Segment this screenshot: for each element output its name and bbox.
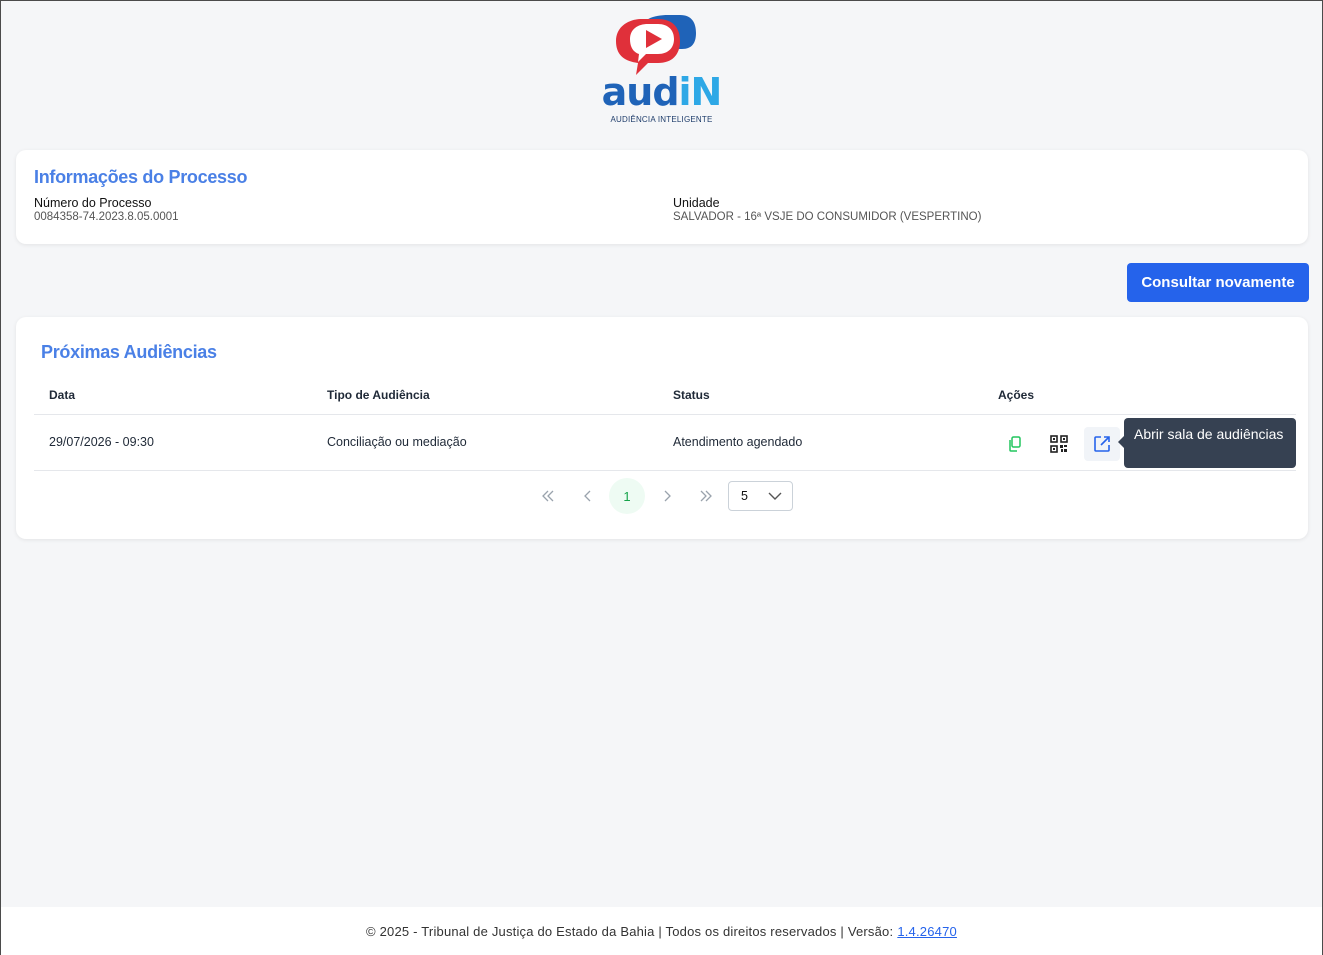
process-info-title: Informações do Processo <box>34 167 248 187</box>
version-link[interactable]: 1.4.26470 <box>897 924 957 939</box>
column-header-actions: Ações <box>998 388 1035 402</box>
next-page-button[interactable] <box>657 479 677 513</box>
hearings-card: Próximas Audiências Data Tipo de Audiênc… <box>16 317 1308 539</box>
footer-copyright: © 2025 - Tribunal de Justiça do Estado d… <box>366 923 894 939</box>
copy-link-button[interactable] <box>997 427 1033 461</box>
process-number-label: Número do Processo <box>34 196 152 210</box>
unit-label: Unidade <box>673 196 720 210</box>
page-1-button[interactable]: 1 <box>609 478 645 514</box>
open-hearing-room-button[interactable] <box>1084 427 1120 461</box>
page-size-select[interactable]: 5 <box>728 481 793 511</box>
process-number-value: 0084358-74.2023.8.05.0001 <box>34 211 179 223</box>
column-header-status: Status <box>673 388 710 402</box>
column-header-type: Tipo de Audiência <box>327 388 430 402</box>
hearings-title: Próximas Audiências <box>41 342 217 362</box>
qr-code-button[interactable] <box>1041 427 1077 461</box>
column-header-date: Data <box>49 388 76 402</box>
page-footer: © 2025 - Tribunal de Justiça do Estado d… <box>1 907 1322 955</box>
chevron-double-left-icon <box>542 490 554 502</box>
app-logo: audiN AUDIÊNCIA INTELIGENTE <box>1 11 1322 131</box>
chevron-double-right-icon <box>700 490 712 502</box>
chevron-down-icon <box>768 492 782 500</box>
table-header-divider <box>34 414 1296 415</box>
copy-icon <box>1009 436 1021 452</box>
hearing-type: Conciliação ou mediação <box>327 435 467 449</box>
logo-wordmark: audiN <box>601 70 723 114</box>
process-info-card: Informações do Processo Número do Proces… <box>16 150 1308 244</box>
chevron-right-icon <box>664 490 671 502</box>
qr-code-icon <box>1050 435 1068 453</box>
consult-again-button[interactable]: Consultar novamente <box>1127 263 1309 302</box>
previous-page-button[interactable] <box>578 479 598 513</box>
last-page-button[interactable] <box>694 479 718 513</box>
external-link-icon <box>1094 436 1110 452</box>
hearing-date: 29/07/2026 - 09:30 <box>49 435 154 449</box>
table-row-divider <box>34 470 1296 471</box>
unit-value: SALVADOR - 16ª VSJE DO CONSUMIDOR (VESPE… <box>673 211 982 223</box>
open-room-tooltip: Abrir sala de audiências <box>1118 418 1296 468</box>
logo-tagline: AUDIÊNCIA INTELIGENTE <box>610 115 713 124</box>
page-size-value: 5 <box>741 489 748 503</box>
chevron-left-icon <box>584 490 591 502</box>
first-page-button[interactable] <box>536 479 560 513</box>
hearing-status: Atendimento agendado <box>673 435 803 449</box>
